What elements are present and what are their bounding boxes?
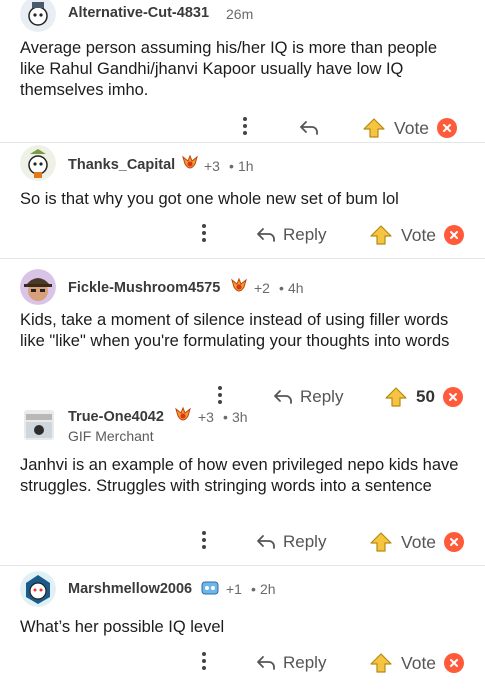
reply-label: Reply [283,532,327,551]
upvote-icon[interactable] [384,386,408,408]
avatar[interactable] [20,571,56,607]
award-icon [231,277,247,292]
award-count: +3 [204,158,220,174]
upvote-icon[interactable] [369,224,393,246]
vote-label: Vote [401,531,437,552]
award-icon [182,154,198,169]
reply-icon [257,656,275,670]
comment-text: So is that why you got one whole new set… [20,190,399,208]
more-icon[interactable] [201,650,207,672]
timestamp: 3h [232,409,248,425]
username[interactable]: Fickle-Mushroom4575 [68,280,220,296]
upvote-icon[interactable] [362,117,386,139]
award-count: +2 [254,280,270,296]
reply-button[interactable]: Reply [255,222,326,248]
username[interactable]: Marshmellow2006 [68,581,192,597]
reply-label: Reply [300,387,344,406]
reply-icon [257,535,275,549]
vote-score: 50 [416,387,435,406]
reply-label: Reply [283,225,327,244]
comment-actions: Reply Vote [0,650,485,678]
avatar[interactable] [24,410,54,440]
downvote-icon[interactable] [444,653,465,673]
comment-actions: Vote [0,115,485,143]
upvote-icon[interactable] [369,531,393,553]
reply-icon [257,228,275,242]
reply-icon [300,121,318,135]
timestamp: 26m [226,6,254,22]
timestamp: 4h [288,280,304,296]
vote-label: Vote [394,117,430,138]
downvote-icon[interactable] [444,532,465,552]
avatar[interactable] [20,0,56,32]
reply-label: Reply [283,653,327,672]
more-icon[interactable] [201,222,207,244]
downvote-icon[interactable] [442,387,463,407]
vote-label: Vote [401,652,437,673]
username[interactable]: Alternative-Cut-4831 [68,5,209,21]
more-icon[interactable] [242,115,248,137]
separator: • [223,409,228,425]
award-icon [175,406,191,421]
username[interactable]: Thanks_Capital [68,157,175,173]
more-icon[interactable] [201,529,207,551]
upvote-icon[interactable] [369,652,393,674]
comment-actions: Reply Vote [0,529,485,557]
separator: • [279,280,284,296]
vote-control: Vote [369,222,465,248]
vote-control: Vote [362,115,458,141]
vote-control: Vote [369,529,465,555]
reply-button[interactable]: Reply [272,384,343,410]
vote-label: Vote [401,224,437,245]
comment-text: What’s her possible IQ level [20,618,225,636]
comment-text: Kids, take a moment of silence instead o… [20,311,450,350]
reply-button[interactable]: Reply [255,529,326,555]
timestamp: 1h [238,158,254,174]
separator: • [251,581,256,597]
reply-icon [274,390,292,404]
timestamp: 2h [260,581,276,597]
vote-control: Vote [369,650,465,676]
reply-button[interactable]: Reply [255,650,326,676]
comment-actions: Reply Vote [0,222,485,250]
vote-control: 50 [384,384,463,410]
downvote-icon[interactable] [437,118,458,138]
award-icon [201,581,219,595]
username[interactable]: True-One4042 [68,409,164,425]
avatar[interactable] [20,269,56,305]
more-icon[interactable] [217,384,223,406]
reply-button[interactable] [298,115,326,141]
comment-text: Janhvi is an example of how even privile… [20,456,459,495]
award-count: +1 [226,581,242,597]
comment-actions: Reply 50 [0,384,485,412]
award-count: +3 [198,409,214,425]
avatar[interactable] [20,145,56,181]
comment-text: Average person assuming his/her IQ is mo… [20,39,438,99]
separator: • [229,158,234,174]
user-flair: GIF Merchant [68,428,154,444]
downvote-icon[interactable] [444,225,465,245]
